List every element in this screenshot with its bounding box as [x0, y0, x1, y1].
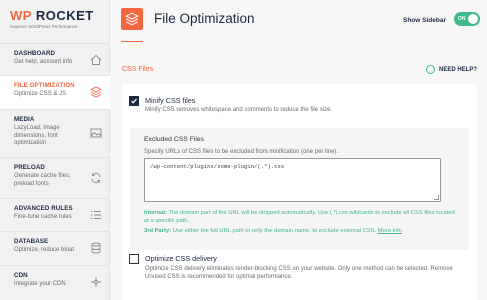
- sidebar-item-dashboard[interactable]: DASHBOARD Get help, account info: [0, 43, 110, 75]
- nav-desc: Integrate your CDN: [14, 281, 66, 287]
- internal-label: Internal:: [144, 210, 167, 216]
- image-icon: [90, 128, 102, 138]
- excluded-css-desc: Specify URLs of CSS files to be excluded…: [144, 149, 339, 155]
- optimize-css-checkbox[interactable]: [129, 254, 139, 264]
- file-optimization-icon: [121, 8, 143, 30]
- sidebar-item-advanced-rules[interactable]: ADVANCED RULES Fine-tune cache rules: [0, 198, 110, 231]
- sidebar-item-preload[interactable]: PRELOAD Generate cache files, preload fo…: [0, 157, 110, 198]
- sidebar-item-media[interactable]: MEDIA LazyLoad, image dimensions, font o…: [0, 109, 110, 157]
- resize-handle[interactable]: [434, 195, 439, 200]
- minify-css-label: Minify CSS files: [145, 96, 196, 105]
- nav-title: PRELOAD: [14, 164, 45, 171]
- logo-wp: WP: [10, 8, 32, 23]
- page-header: File Optimization Show Sidebar ON: [110, 0, 487, 42]
- sidebar-item-file-optimization[interactable]: FILE OPTIMIZATION Optimize CSS & JS: [0, 75, 110, 109]
- more-info-link[interactable]: More info: [378, 228, 402, 234]
- section-title: CSS Files: [122, 66, 154, 73]
- toggle-state: ON: [458, 16, 466, 22]
- sidebar-item-database[interactable]: DATABASE Optimize, reduce bloat: [0, 231, 110, 265]
- internal-text: The domain part of the URL will be strip…: [144, 210, 455, 224]
- third-party-note: 3rd Party: Use either the full URL path …: [144, 228, 459, 236]
- need-help-button[interactable]: NEED HELP?: [425, 65, 477, 74]
- check-icon: [131, 98, 137, 104]
- toggle-knob: [468, 14, 478, 24]
- optimize-css-desc: Optimize CSS delivery eliminates render-…: [145, 266, 453, 280]
- list-icon: [91, 211, 101, 219]
- page-title: File Optimization: [154, 11, 255, 26]
- title-underline: [121, 41, 143, 42]
- minify-css-desc: Minify CSS removes whitespace and commen…: [145, 107, 333, 113]
- logo-rocket: ROCKET: [35, 8, 94, 23]
- home-icon: [90, 54, 102, 65]
- nav-title: MEDIA: [14, 116, 35, 123]
- excluded-css-title: Excluded CSS Files: [144, 136, 205, 143]
- need-help-label: NEED HELP?: [438, 66, 477, 73]
- section-header: CSS Files NEED HELP?: [122, 63, 477, 81]
- show-sidebar-toggle[interactable]: ON: [454, 12, 480, 26]
- third-party-text: Use either the full URL path or only the…: [171, 228, 378, 234]
- help-icon: [425, 65, 435, 74]
- minify-css-option: Minify CSS files Minify CSS removes whit…: [129, 96, 469, 126]
- nav-desc: Optimize, reduce bloat: [14, 247, 75, 253]
- nav-desc: Fine-tune cache rules: [14, 214, 72, 220]
- optimize-css-label: Optimize CSS delivery: [145, 254, 217, 263]
- internal-note: Internal: The domain part of the URL wil…: [144, 210, 459, 225]
- excluded-css-panel: Excluded CSS Files Specify URLs of CSS f…: [130, 128, 469, 250]
- layers-icon: [90, 86, 102, 98]
- css-options-card: Minify CSS files Minify CSS removes whit…: [122, 84, 477, 300]
- database-icon: [91, 242, 101, 254]
- nav-desc: Generate cache files, preload fonts: [14, 173, 71, 187]
- excluded-css-value: /wp-content/plugins/some-plugin/(.*).css: [150, 163, 285, 170]
- minify-css-checkbox[interactable]: [129, 96, 139, 106]
- nav-desc: Optimize CSS & JS: [14, 91, 67, 97]
- logo: WP ROCKET Superior WordPress Performance: [0, 0, 109, 43]
- nav-desc: LazyLoad, image dimensions, font optimiz…: [14, 125, 60, 146]
- excluded-css-textarea[interactable]: /wp-content/plugins/some-plugin/(.*).css: [144, 158, 441, 202]
- cdn-icon: [91, 277, 101, 287]
- sidebar-item-cdn[interactable]: CDN Integrate your CDN: [0, 265, 110, 300]
- refresh-icon: [91, 172, 101, 184]
- logo-tagline: Superior WordPress Performance: [10, 24, 78, 29]
- optimize-css-option: Optimize CSS delivery Optimize CSS deliv…: [129, 254, 469, 298]
- sidebar: WP ROCKET Superior WordPress Performance…: [0, 0, 110, 300]
- third-party-label: 3rd Party:: [144, 228, 172, 234]
- show-sidebar-label: Show Sidebar: [403, 17, 446, 24]
- nav-desc: Get help, account info: [14, 59, 73, 65]
